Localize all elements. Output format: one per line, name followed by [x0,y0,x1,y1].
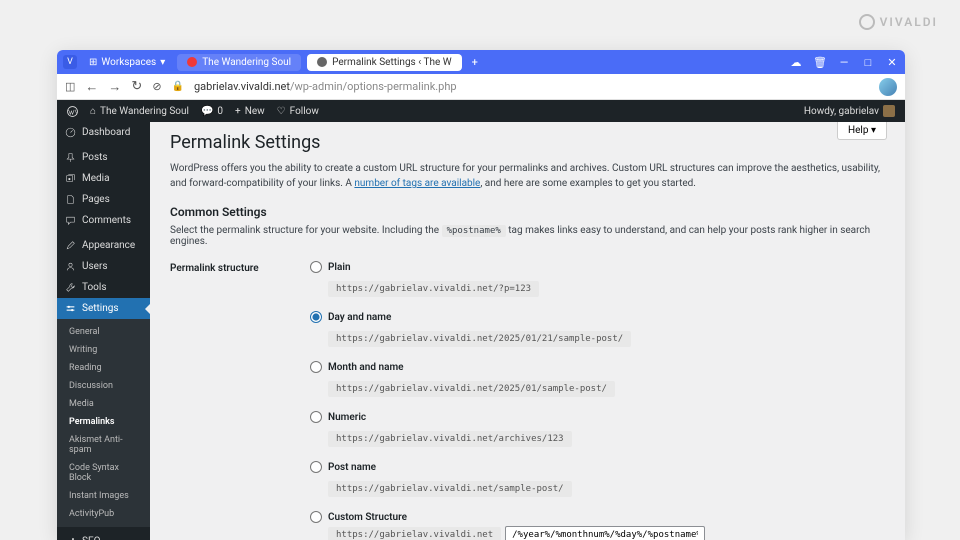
radio-custom[interactable] [310,511,322,523]
home-icon: ⌂ [90,106,96,117]
menu-seo[interactable]: SEO [57,531,150,540]
label-numeric[interactable]: Numeric [328,412,366,423]
custom-base-url: https://gabrielav.vivaldi.net [328,527,501,540]
menu-posts[interactable]: Posts [57,147,150,168]
help-tab[interactable]: Help ▾ [837,122,887,140]
page-description: WordPress offers you the ability to crea… [170,161,885,191]
label-day-name[interactable]: Day and name [328,312,391,323]
panel-toggle-icon[interactable]: ◫ [65,80,75,93]
submenu-general[interactable]: General [57,323,150,341]
seo-icon [65,536,76,540]
permalink-structure-label: Permalink structure [170,261,290,540]
heart-icon: ♡ [277,106,286,117]
menu-tools[interactable]: Tools [57,277,150,298]
tab-wandering-soul[interactable]: The Wandering Soul [177,54,301,71]
reload-button[interactable]: ↻ [131,79,142,95]
label-post-name[interactable]: Post name [328,462,376,473]
common-settings-heading: Common Settings [170,205,885,219]
profile-avatar[interactable] [879,78,897,96]
submenu-akismet[interactable]: Akismet Anti-spam [57,431,150,459]
comments-icon [65,215,76,226]
custom-structure-input[interactable] [505,526,705,540]
radio-post-name[interactable] [310,461,322,473]
radio-month-name[interactable] [310,361,322,373]
minimize-button[interactable]: — [837,55,851,69]
menu-comments[interactable]: Comments [57,210,150,231]
tags-available-link[interactable]: number of tags are available [354,178,480,189]
close-button[interactable]: ✕ [885,55,899,69]
maximize-button[interactable]: □ [861,55,875,69]
comment-icon: 💬 [201,106,213,117]
titlebar: V ⊞ Workspaces ▾ The Wandering Soul Perm… [57,50,905,74]
site-name-link[interactable]: ⌂ The Wandering Soul [90,106,189,117]
new-content-link[interactable]: + New [235,106,265,117]
label-month-name[interactable]: Month and name [328,362,404,373]
sync-icon[interactable]: ☁ [789,55,803,69]
forward-button[interactable]: → [108,79,121,95]
brush-icon [65,240,76,251]
url-month-name: https://gabrielav.vivaldi.net/2025/01/sa… [328,381,615,397]
shield-icon[interactable]: ⊘ [152,80,161,93]
vivaldi-logo: VIVALDI [859,14,938,30]
menu-pages[interactable]: Pages [57,189,150,210]
url-plain: https://gabrielav.vivaldi.net/?p=123 [328,281,539,297]
trash-icon[interactable]: 🗑 [813,55,827,69]
menu-users[interactable]: Users [57,256,150,277]
menu-media[interactable]: Media [57,168,150,189]
settings-icon [65,303,76,314]
submenu-instant-images[interactable]: Instant Images [57,487,150,505]
menu-appearance[interactable]: Appearance [57,235,150,256]
menu-settings[interactable]: Settings [57,298,150,319]
submenu-reading[interactable]: Reading [57,359,150,377]
tab-favicon [317,57,327,67]
back-button[interactable]: ← [85,79,98,95]
addressbar: ◫ ← → ↻ ⊘ 🔒 gabrielav.vivaldi.net/wp-adm… [57,74,905,100]
wp-content: Help ▾ Permalink Settings WordPress offe… [150,122,905,540]
howdy-link[interactable]: Howdy, gabrielav [804,105,895,117]
users-icon [65,261,76,272]
lock-icon[interactable]: 🔒 [172,81,184,92]
section-description: Select the permalink structure for your … [170,225,885,247]
tab-favicon [187,57,197,67]
pages-icon [65,194,76,205]
submenu-media[interactable]: Media [57,395,150,413]
workspace-icon: ⊞ [89,57,97,68]
pin-icon [65,152,76,163]
wp-logo[interactable] [67,106,78,117]
url-day-name: https://gabrielav.vivaldi.net/2025/01/21… [328,331,631,347]
radio-day-name[interactable] [310,311,322,323]
workspaces-button[interactable]: ⊞ Workspaces ▾ [83,57,171,68]
tools-icon [65,282,76,293]
wp-adminbar: ⌂ The Wandering Soul 💬 0 + New ♡ Follow … [57,100,905,122]
label-custom[interactable]: Custom Structure [328,512,407,523]
wp-sidebar: Dashboard Posts Media Pages Comments App… [57,122,150,540]
plus-icon: + [235,106,241,117]
submenu-activitypub[interactable]: ActivityPub [57,505,150,523]
url-post-name: https://gabrielav.vivaldi.net/sample-pos… [328,481,572,497]
submenu-discussion[interactable]: Discussion [57,377,150,395]
dashboard-icon [65,127,76,138]
chevron-down-icon: ▾ [871,125,876,136]
settings-submenu: General Writing Reading Discussion Media… [57,319,150,527]
browser-window: V ⊞ Workspaces ▾ The Wandering Soul Perm… [57,50,905,540]
tab-permalink-settings[interactable]: Permalink Settings ‹ The W [307,54,462,71]
submenu-code-syntax[interactable]: Code Syntax Block [57,459,150,487]
label-plain[interactable]: Plain [328,262,351,273]
media-icon [65,173,76,184]
url-numeric: https://gabrielav.vivaldi.net/archives/1… [328,431,572,447]
chevron-down-icon: ▾ [160,57,165,68]
url-input[interactable]: gabrielav.vivaldi.net/wp-admin/options-p… [194,80,869,93]
submenu-permalinks[interactable]: Permalinks [57,413,150,431]
vivaldi-menu-icon[interactable]: V [63,55,77,69]
submenu-writing[interactable]: Writing [57,341,150,359]
menu-dashboard[interactable]: Dashboard [57,122,150,143]
user-avatar-icon [883,105,895,117]
radio-numeric[interactable] [310,411,322,423]
comments-link[interactable]: 💬 0 [201,106,223,117]
radio-plain[interactable] [310,261,322,273]
follow-link[interactable]: ♡ Follow [277,106,319,117]
page-title: Permalink Settings [170,132,885,153]
new-tab-button[interactable]: + [468,56,482,69]
